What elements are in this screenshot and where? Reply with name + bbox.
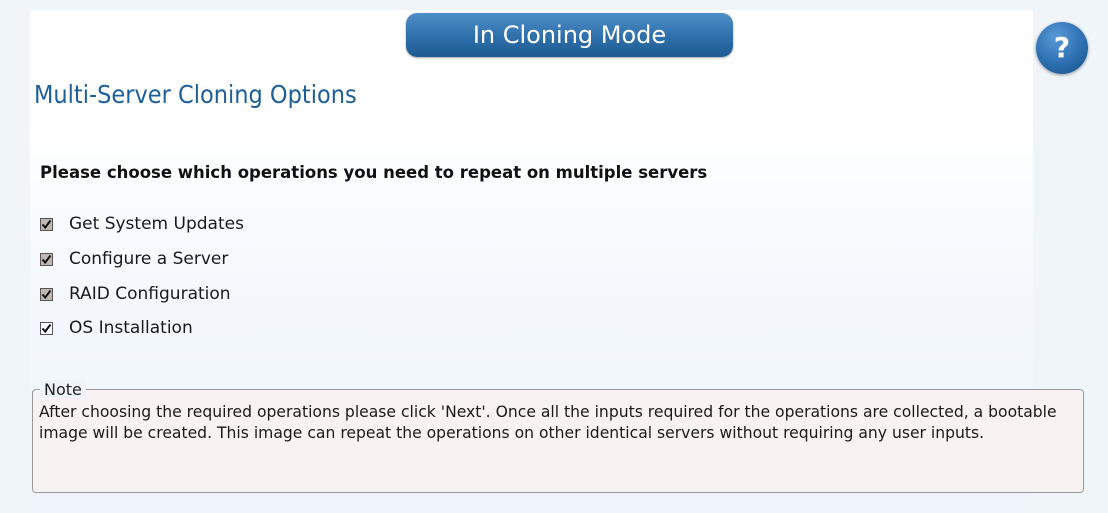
option-label: OS Installation	[69, 318, 193, 338]
checkbox-raid-configuration[interactable]	[40, 287, 53, 301]
instruction-text: Please choose which operations you need …	[40, 163, 708, 182]
option-label: RAID Configuration	[69, 284, 231, 304]
option-configure-a-server[interactable]: Configure a Server	[40, 248, 228, 270]
question-mark-icon: ?	[1053, 31, 1071, 64]
option-os-installation[interactable]: OS Installation	[40, 317, 193, 339]
note-legend: Note	[40, 380, 86, 399]
checkmark-icon	[41, 289, 52, 299]
option-get-system-updates[interactable]: Get System Updates	[40, 213, 244, 235]
checkmark-icon	[41, 323, 52, 333]
page-title: Multi-Server Cloning Options	[34, 80, 357, 109]
help-button[interactable]: ?	[1036, 22, 1088, 74]
checkbox-get-system-updates[interactable]	[40, 217, 53, 231]
checkbox-os-installation[interactable]	[40, 321, 53, 335]
option-label: Configure a Server	[69, 249, 229, 269]
checkmark-icon	[41, 254, 52, 264]
option-raid-configuration[interactable]: RAID Configuration	[40, 283, 231, 305]
checkmark-icon	[41, 219, 52, 229]
mode-banner: In Cloning Mode	[406, 13, 733, 57]
option-label: Get System Updates	[69, 214, 244, 234]
note-text: After choosing the required operations p…	[39, 403, 1057, 442]
checkbox-configure-a-server[interactable]	[40, 252, 53, 266]
